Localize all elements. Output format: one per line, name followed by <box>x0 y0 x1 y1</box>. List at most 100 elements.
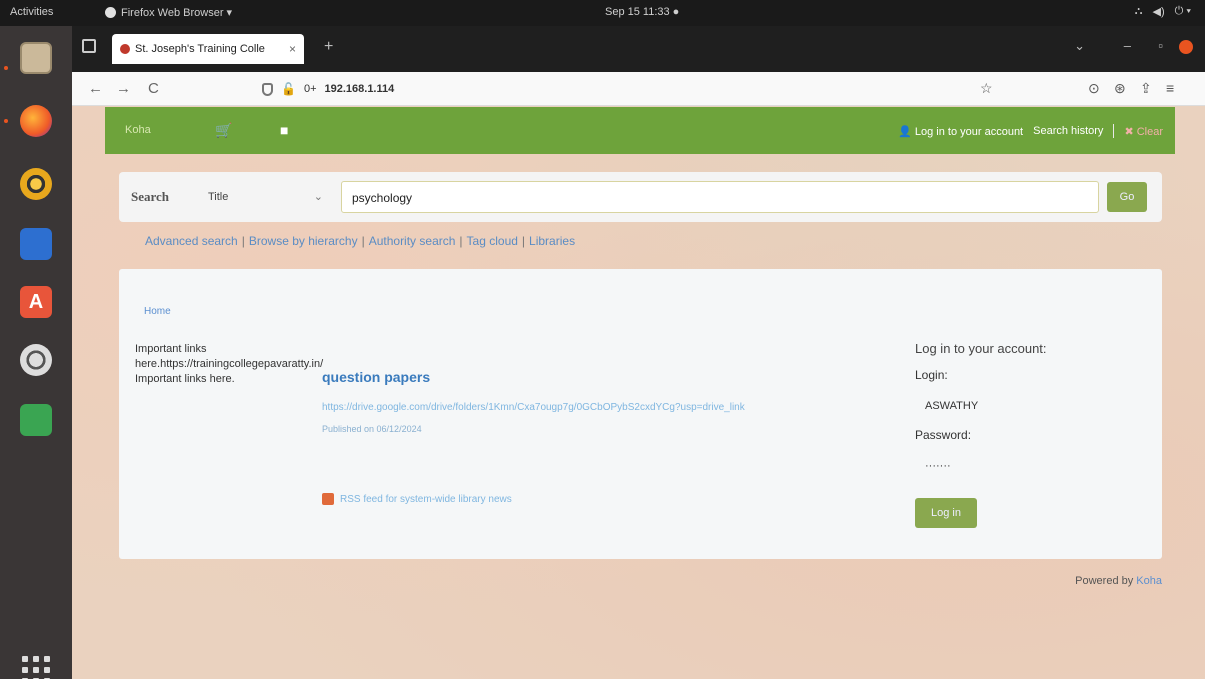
power-icon: ⏻ ▾ <box>1174 5 1191 17</box>
favicon-icon <box>120 44 130 54</box>
firefox-icon <box>20 105 52 137</box>
maximize-button[interactable]: ▫ <box>1158 38 1163 53</box>
tag-cloud-link[interactable]: Tag cloud <box>467 234 518 248</box>
search-history-link[interactable]: Search history <box>1033 125 1103 137</box>
dock-files[interactable] <box>14 36 58 80</box>
news-item: question papers https://drive.google.com… <box>322 369 882 434</box>
login-field[interactable]: ASWATHY <box>915 392 1145 420</box>
system-top-bar: Activities Firefox Web Browser ▾ Sep 15 … <box>0 0 1205 26</box>
page-content: Koha 🛒 ■ 👤 Log in to your account Search… <box>72 106 1205 679</box>
separator: | <box>361 234 365 248</box>
login-button[interactable]: Log in <box>915 498 977 528</box>
account-icon[interactable]: ⊛ <box>1114 80 1126 97</box>
active-indicator <box>4 66 8 70</box>
important-links-block: Important links here.https://trainingcol… <box>135 343 324 385</box>
active-indicator <box>4 119 8 123</box>
url-text[interactable]: 192.168.1.114 <box>325 83 395 95</box>
separator: | <box>521 234 526 248</box>
header-right: 👤 Log in to your account Search history … <box>898 124 1163 138</box>
clear-history-link[interactable]: ✖ Clear <box>1124 125 1163 138</box>
login-link[interactable]: 👤 Log in to your account <box>898 125 1023 138</box>
minimize-button[interactable]: – <box>1124 38 1131 53</box>
rss-icon <box>322 493 334 505</box>
tracking-shield-icon[interactable] <box>262 82 273 96</box>
firefox-small-icon <box>105 7 116 18</box>
activities-button[interactable]: Activities <box>10 6 53 18</box>
software-store-icon: A <box>20 286 52 318</box>
files-icon <box>20 42 52 74</box>
breadcrumb[interactable]: Home <box>144 306 171 317</box>
login-label: Login: <box>915 368 948 382</box>
forward-button[interactable]: → <box>116 80 131 97</box>
opac-header: Koha 🛒 ■ 👤 Log in to your account Search… <box>105 107 1175 154</box>
rss-label: RSS feed for system-wide library news <box>340 493 512 505</box>
back-button[interactable]: ← <box>88 80 103 97</box>
show-apps-icon[interactable] <box>22 656 50 679</box>
rhythmbox-icon <box>20 168 52 200</box>
powered-by: Powered by Koha <box>1075 575 1162 587</box>
search-type-value: Title <box>208 191 229 203</box>
search-type-select[interactable]: Title ⌄ <box>204 184 329 210</box>
dock-calc[interactable] <box>14 398 58 442</box>
insecure-lock-icon[interactable]: 🔓 <box>281 82 296 96</box>
divider <box>1113 124 1115 138</box>
password-field[interactable]: ······· <box>915 452 1145 480</box>
volume-icon: ◀) <box>1152 6 1165 18</box>
news-title[interactable]: question papers <box>322 369 882 385</box>
authority-search-link[interactable]: Authority search <box>369 234 456 248</box>
news-date: Published on 06/12/2024 <box>322 424 422 434</box>
lists-icon[interactable]: ■ <box>280 122 288 138</box>
separator: | <box>241 234 245 248</box>
libraries-link[interactable]: Libraries <box>529 234 575 248</box>
tab-bar: St. Joseph's Training Colle × + ⌄ – ▫ <box>72 26 1205 72</box>
system-tray[interactable]: ⛬ ◀) ⏻ ▾ <box>1135 5 1191 18</box>
tab-koha[interactable]: St. Joseph's Training Colle × <box>112 34 304 64</box>
password-label: Password: <box>915 428 972 442</box>
main-card: Home Important links here.https://traini… <box>119 269 1162 559</box>
login-title: Log in to your account: <box>915 341 1047 356</box>
pocket-icon[interactable]: ⊙ <box>1088 80 1100 97</box>
rss-feed-link[interactable]: RSS feed for system-wide library news <box>322 493 512 505</box>
tab-close-icon[interactable]: × <box>289 42 296 56</box>
advanced-search-link[interactable]: Advanced search <box>145 234 238 248</box>
library-logo[interactable]: Koha <box>125 124 151 136</box>
tab-title: St. Joseph's Training Colle <box>135 43 265 55</box>
browser-window: St. Joseph's Training Colle × + ⌄ – ▫ ← … <box>72 26 1205 679</box>
koha-link[interactable]: Koha <box>1136 575 1162 587</box>
extensions-icon[interactable]: ⇪ <box>1140 80 1152 97</box>
more-searches: Advanced search | Browse by hierarchy | … <box>145 234 575 248</box>
search-label: Search <box>131 189 170 204</box>
close-window-button[interactable] <box>1179 40 1193 54</box>
network-icon: ⛬ <box>1134 5 1143 17</box>
go-button[interactable]: Go <box>1107 182 1147 212</box>
search-input[interactable]: psychology <box>341 181 1099 213</box>
dock-firefox[interactable] <box>14 99 58 143</box>
browse-hierarchy-link[interactable]: Browse by hierarchy <box>249 234 358 248</box>
login-panel: Log in to your account: Login: ASWATHY P… <box>915 341 1155 528</box>
new-tab-button[interactable]: + <box>324 38 333 56</box>
app-menu[interactable]: Firefox Web Browser ▾ <box>105 6 232 19</box>
cart-icon[interactable]: 🛒 <box>215 122 232 139</box>
dock-writer[interactable] <box>14 222 58 266</box>
dock-rhythmbox[interactable] <box>14 162 58 206</box>
search-box: Search Title ⌄ psychology Go <box>119 172 1162 222</box>
help-icon <box>20 344 52 376</box>
tab-list-icon[interactable] <box>82 39 96 53</box>
reload-button[interactable]: C <box>148 80 159 97</box>
powered-prefix: Powered by <box>1075 575 1134 587</box>
clock[interactable]: Sep 15 11:33 ● <box>605 6 679 18</box>
dock: A <box>0 26 72 679</box>
dock-software[interactable]: A <box>14 280 58 324</box>
writer-icon <box>20 228 52 260</box>
bookmark-star-icon[interactable]: ☆ <box>980 80 993 97</box>
calc-icon <box>20 404 52 436</box>
dock-help[interactable] <box>14 338 58 382</box>
nav-bar: ← → C 🔓 0+ 192.168.1.114 ☆ ⊙ ⊛ ⇪ ≡ <box>72 72 1205 106</box>
app-menu-label: Firefox Web Browser ▾ <box>121 7 233 19</box>
url-bar[interactable]: 🔓 0+ 192.168.1.114 <box>262 77 982 101</box>
list-all-tabs-icon[interactable]: ⌄ <box>1074 38 1085 54</box>
news-link[interactable]: https://drive.google.com/drive/folders/1… <box>322 399 882 416</box>
url-prefix: 0+ <box>303 83 317 95</box>
menu-icon[interactable]: ≡ <box>1166 80 1174 96</box>
chevron-down-icon: ⌄ <box>313 191 323 203</box>
